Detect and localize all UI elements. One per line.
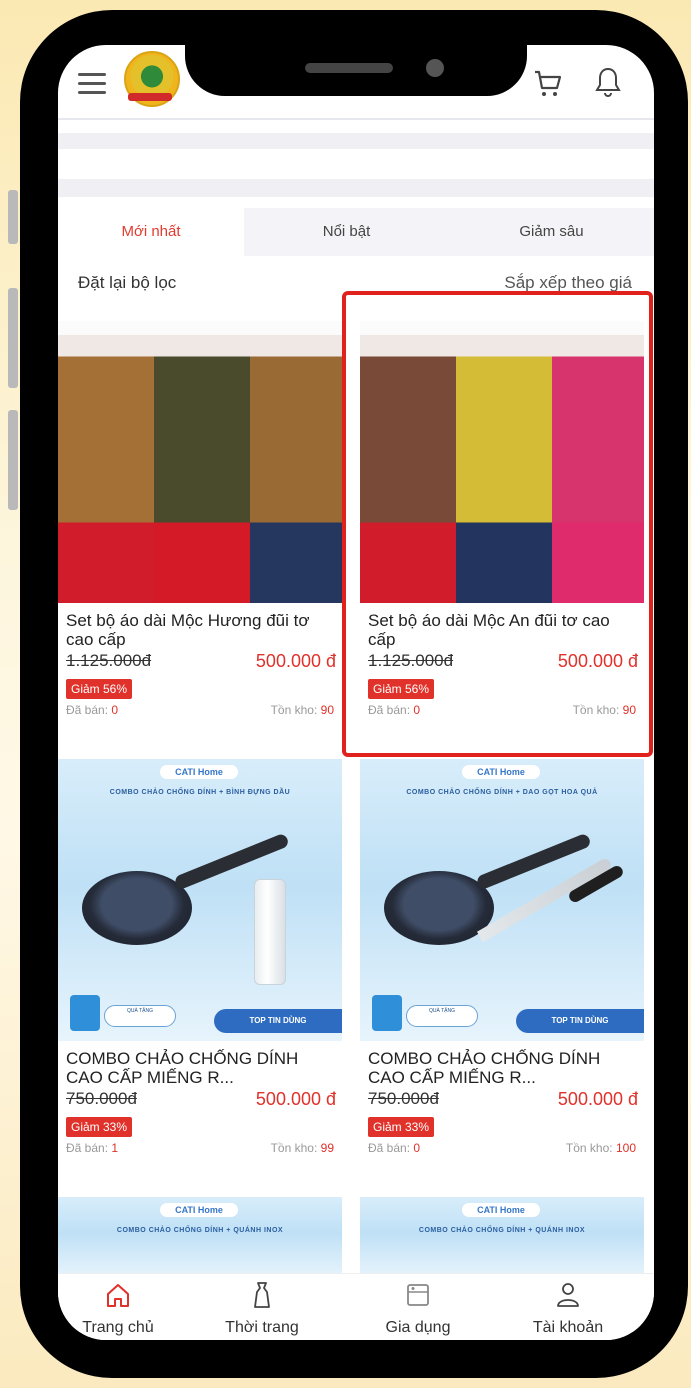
original-price: 750.000đ <box>66 1089 137 1108</box>
sale-price: 500.000 đ <box>255 1089 336 1109</box>
stock-count: Tồn kho: 100 <box>565 1141 636 1155</box>
tab-newest[interactable]: Mới nhất <box>58 208 244 256</box>
dress-figure <box>154 335 250 603</box>
original-price: 750.000đ <box>368 1089 439 1108</box>
banner-text: COMBO CHẢO CHỐNG DÍNH + DAO GỌT HOA QUẢ <box>406 789 598 796</box>
sort-by-price-button[interactable]: Sắp xếp theo giá <box>504 273 632 293</box>
brand-logo: CATI Home <box>160 765 238 779</box>
product-title: COMBO CHẢO CHỐNG DÍNH CAO CẤP MIẾNG R... <box>66 1049 299 1087</box>
nav-label: Gia dụng <box>385 1319 451 1336</box>
product-image: CATI Home COMBO CHẢO CHỐNG DÍNH + BÌNH Đ… <box>58 759 342 1041</box>
sale-price: 500.000 đ <box>255 651 336 671</box>
gift-label: QUÀ TẶNG <box>406 1005 478 1027</box>
nav-home[interactable]: Trang chủ <box>58 1280 178 1337</box>
volume-down-button <box>8 410 18 510</box>
tab-deep-discount[interactable]: Giảm sâu <box>449 208 654 256</box>
product-image: CATI Home COMBO CHẢO CHỐNG DÍNH + QUÁNH … <box>58 1197 342 1277</box>
phone-speaker <box>305 63 393 73</box>
stock-count: Tồn kho: 90 <box>270 703 334 717</box>
sold-count: Đã bán: 0 <box>368 1141 421 1155</box>
cart-icon[interactable] <box>532 67 564 99</box>
header-divider <box>58 118 654 120</box>
nav-account[interactable]: Tài khoản <box>508 1280 628 1337</box>
product-card[interactable]: Set bộ áo dài Mộc Hương đũi tơ cao cấp 1… <box>58 321 342 731</box>
gift-label: QUÀ TẶNG <box>104 1005 176 1027</box>
product-image: CATI Home COMBO CHẢO CHỐNG DÍNH + QUÁNH … <box>360 1197 644 1277</box>
product-card[interactable]: CATI Home COMBO CHẢO CHỐNG DÍNH + QUÁNH … <box>360 1197 644 1277</box>
banner-text: COMBO CHẢO CHỐNG DÍNH + QUÁNH INOX <box>418 1227 586 1234</box>
bell-icon[interactable] <box>593 65 623 99</box>
reset-filter-button[interactable]: Đặt lại bộ lọc <box>78 273 176 293</box>
top-trusted-badge: TOP TIN DÙNG <box>214 1009 342 1033</box>
sale-price: 500.000 đ <box>557 1089 638 1109</box>
banner-text: COMBO CHẢO CHỐNG DÍNH + QUÁNH INOX <box>116 1227 284 1234</box>
tab-featured[interactable]: Nổi bật <box>244 208 449 256</box>
nav-label: Trang chủ <box>82 1319 154 1336</box>
oil-bottle-image <box>254 879 286 985</box>
nav-label: Thời trang <box>225 1319 299 1336</box>
product-card[interactable]: CATI Home COMBO CHẢO CHỐNG DÍNH + QUÁNH … <box>58 1197 342 1277</box>
gift-bag-icon <box>70 995 100 1031</box>
brand-logo: CATI Home <box>462 765 540 779</box>
home-icon <box>107 1284 129 1307</box>
tab-bar: Mới nhất Nổi bật Giảm sâu <box>58 208 654 256</box>
product-title: COMBO CHẢO CHỐNG DÍNH CAO CẤP MIẾNG R... <box>368 1049 601 1087</box>
stock-count: Tồn kho: 99 <box>270 1141 334 1155</box>
banner-text: COMBO CHẢO CHỐNG DÍNH + BÌNH ĐỰNG DẦU <box>109 789 291 796</box>
original-price: 1.125.000đ <box>66 651 152 670</box>
user-icon <box>557 1283 579 1307</box>
banner-placeholder-2 <box>58 179 654 197</box>
gift-bag-icon <box>372 995 402 1031</box>
nav-fashion[interactable]: Thời trang <box>202 1280 322 1337</box>
mute-switch <box>8 190 18 244</box>
discount-badge: Giảm 33% <box>66 1117 133 1137</box>
brand-logo: CATI Home <box>160 1203 238 1217</box>
volume-up-button <box>8 288 18 388</box>
appliance-icon <box>407 1284 429 1306</box>
discount-badge: Giảm 33% <box>368 1117 435 1137</box>
phone-notch <box>185 14 527 96</box>
dress-icon <box>254 1282 270 1308</box>
bottom-navigation: Trang chủ Thời trang Gia dụng Tài khoản <box>58 1273 654 1340</box>
logo-ribbon <box>128 93 172 101</box>
dress-figure <box>58 335 154 603</box>
dress-figure <box>250 335 342 603</box>
top-trusted-badge: TOP TIN DÙNG <box>516 1009 644 1033</box>
banner-placeholder <box>58 133 654 149</box>
product-image <box>58 321 342 603</box>
highlight-box <box>342 291 653 757</box>
hamburger-menu-icon[interactable] <box>78 73 106 94</box>
discount-badge: Giảm 56% <box>66 679 133 699</box>
sold-count: Đã bán: 1 <box>66 1141 119 1155</box>
product-title: Set bộ áo dài Mộc Hương đũi tơ cao cấp <box>66 611 310 649</box>
nav-label: Tài khoản <box>532 1319 604 1336</box>
phone-camera <box>426 59 444 77</box>
product-card[interactable]: CATI Home COMBO CHẢO CHỐNG DÍNH + BÌNH Đ… <box>58 759 342 1169</box>
nav-household[interactable]: Gia dụng <box>358 1280 478 1337</box>
product-card[interactable]: CATI Home COMBO CHẢO CHỐNG DÍNH + DAO GỌ… <box>360 759 644 1169</box>
sold-count: Đã bán: 0 <box>66 703 119 717</box>
brand-logo: CATI Home <box>462 1203 540 1217</box>
product-image: CATI Home COMBO CHẢO CHỐNG DÍNH + DAO GỌ… <box>360 759 644 1041</box>
